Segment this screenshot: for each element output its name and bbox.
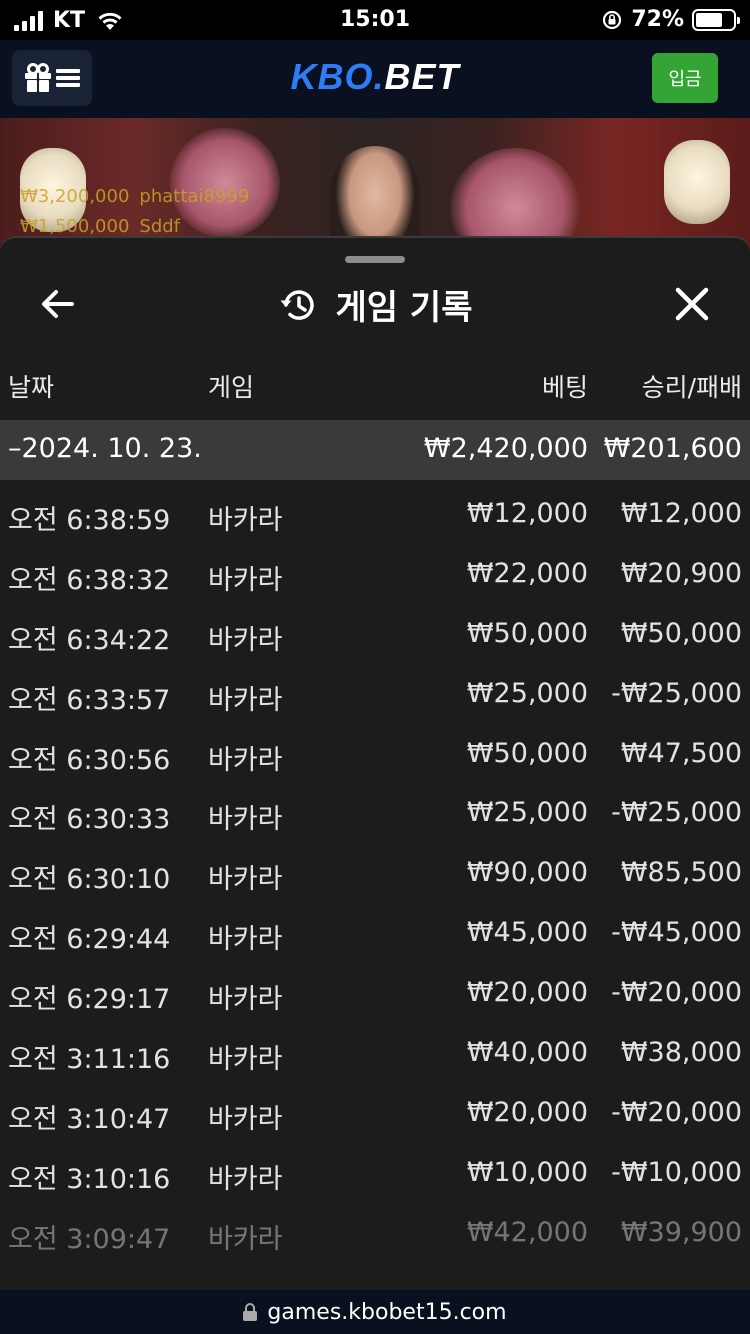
row-bet: ₩20,000 xyxy=(466,1096,588,1128)
win-ticker-item: ₩1,500,000 Sddf xyxy=(20,216,181,237)
history-row[interactable]: 오전 6:33:57 바카라 ₩25,000 -₩25,000 xyxy=(0,660,750,720)
row-time: 오전 3:11:16 xyxy=(8,1044,171,1076)
history-row[interactable]: 오전 6:29:44 바카라 ₩45,000 -₩45,000 xyxy=(0,899,750,959)
orientation-lock-icon xyxy=(603,10,622,29)
row-result: ₩12,000 xyxy=(620,498,742,529)
row-result: ₩38,000 xyxy=(620,1037,742,1069)
row-time: 오전 3:09:47 xyxy=(8,1223,171,1255)
row-result: -₩20,000 xyxy=(611,977,742,1009)
row-bet: ₩50,000 xyxy=(466,617,588,649)
history-row[interactable]: 오전 6:29:17 바카라 ₩20,000 -₩20,000 xyxy=(0,959,750,1019)
sheet-drag-handle[interactable] xyxy=(345,256,405,263)
status-bar: KT 15:01 72% xyxy=(0,0,750,40)
row-result: -₩10,000 xyxy=(611,1156,742,1188)
row-game: 바카라 xyxy=(208,1103,283,1135)
row-bet: ₩50,000 xyxy=(466,737,588,769)
app-header: KBO.BET 입금 xyxy=(0,40,750,118)
row-time: 오전 3:10:47 xyxy=(8,1103,171,1135)
date-group-summary-row[interactable]: –2024. 10. 23. ₩2,420,000 ₩201,600 xyxy=(0,420,750,480)
row-result: ₩39,900 xyxy=(620,1216,742,1248)
row-time: 오전 6:33:57 xyxy=(8,684,171,716)
column-header-result[interactable]: 승리/패배 xyxy=(642,368,742,404)
lock-icon xyxy=(243,1303,258,1321)
history-row[interactable]: 오전 6:30:33 바카라 ₩25,000 -₩25,000 xyxy=(0,779,750,839)
column-header-date[interactable]: 날짜 xyxy=(8,368,54,404)
history-row[interactable]: 오전 3:09:47 바카라 ₩42,000 ₩39,900 xyxy=(0,1199,750,1259)
url-text: games.kbobet15.com xyxy=(267,1299,507,1325)
history-row[interactable]: 오전 6:38:59 바카라 ₩12,000 ₩12,000 xyxy=(0,480,750,540)
win-ticker-item: ₩3,200,000 phattai8999 xyxy=(20,186,250,207)
summary-date: –2024. 10. 23. xyxy=(8,433,202,464)
row-result: -₩20,000 xyxy=(611,1096,742,1128)
history-row-partial xyxy=(0,1259,750,1290)
row-bet: ₩20,000 xyxy=(466,977,588,1009)
row-result: ₩50,000 xyxy=(620,617,742,649)
row-time: 오전 6:29:44 xyxy=(8,924,171,956)
game-history-sheet: 게임 기록 날짜 게임 베팅 승리/패배 –2024. 10. 23. ₩2,4… xyxy=(0,236,750,1290)
row-game: 바카라 xyxy=(208,505,283,536)
history-list: 오전 6:38:59 바카라 ₩12,000 ₩12,000 오전 6:38:32 바카라… xyxy=(0,480,750,1290)
column-header-bet[interactable]: 베팅 xyxy=(542,368,588,404)
row-game: 바카라 xyxy=(208,564,283,596)
row-time: 오전 6:30:33 xyxy=(8,804,171,836)
battery-icon xyxy=(692,8,740,31)
row-bet: ₩40,000 xyxy=(466,1037,588,1069)
kbo-bet-logo[interactable]: KBO.BET xyxy=(0,56,750,98)
history-icon xyxy=(280,289,314,320)
row-result: ₩20,900 xyxy=(620,557,742,589)
row-bet: ₩12,000 xyxy=(466,498,588,529)
row-time: 오전 6:34:22 xyxy=(8,624,171,656)
row-time: 오전 6:30:56 xyxy=(8,744,171,776)
row-bet: ₩90,000 xyxy=(466,857,588,889)
row-game: 바카라 xyxy=(208,744,283,776)
history-row[interactable]: 오전 3:10:16 바카라 ₩10,000 -₩10,000 xyxy=(0,1139,750,1199)
table-header: 날짜 게임 베팅 승리/패배 xyxy=(0,368,750,408)
row-game: 바카라 xyxy=(208,1044,283,1076)
row-bet: ₩22,000 xyxy=(466,557,588,589)
lantern-decoration xyxy=(664,140,730,224)
row-game: 바카라 xyxy=(208,924,283,956)
history-row[interactable]: 오전 6:30:10 바카라 ₩90,000 ₩85,500 xyxy=(0,839,750,899)
row-game: 바카라 xyxy=(208,1163,283,1195)
row-time: 오전 6:38:32 xyxy=(8,564,171,596)
row-bet: ₩10,000 xyxy=(466,1156,588,1188)
row-bet: ₩45,000 xyxy=(466,917,588,949)
row-result: -₩25,000 xyxy=(611,797,742,829)
row-game: 바카라 xyxy=(208,684,283,716)
row-time: 오전 3:10:16 xyxy=(8,1163,171,1195)
row-bet: ₩42,000 xyxy=(466,1216,588,1248)
row-time: 오전 6:38:59 xyxy=(8,505,171,536)
row-bet: ₩25,000 xyxy=(466,677,588,709)
sheet-title-text: 게임 기록 xyxy=(335,288,473,328)
row-result: -₩25,000 xyxy=(611,677,742,709)
row-bet: ₩25,000 xyxy=(466,797,588,829)
row-result: ₩47,500 xyxy=(620,737,742,769)
summary-result-total: ₩201,600 xyxy=(603,433,742,464)
deposit-button[interactable]: 입금 xyxy=(652,53,718,103)
blossom-decoration xyxy=(170,128,280,238)
history-row[interactable]: 오전 3:11:16 바카라 ₩40,000 ₩38,000 xyxy=(0,1019,750,1079)
row-game: 바카라 xyxy=(208,624,283,656)
column-header-game[interactable]: 게임 xyxy=(208,368,254,404)
row-time: 오전 6:29:17 xyxy=(8,984,171,1016)
battery-level xyxy=(696,12,722,27)
row-game: 바카라 xyxy=(208,984,283,1016)
row-result: ₩85,500 xyxy=(620,857,742,889)
status-right: 72% xyxy=(601,7,740,32)
row-game: 바카라 xyxy=(208,864,283,896)
row-game: 바카라 xyxy=(208,804,283,836)
row-result: -₩45,000 xyxy=(611,917,742,949)
summary-bet-total: ₩2,420,000 xyxy=(423,433,588,464)
sheet-title: 게임 기록 xyxy=(0,280,750,329)
browser-url-bar[interactable]: games.kbobet15.com xyxy=(0,1290,750,1334)
history-row[interactable]: 오전 6:38:32 바카라 ₩22,000 ₩20,900 xyxy=(0,540,750,600)
row-game: 바카라 xyxy=(208,1223,283,1255)
row-time: 오전 6:30:10 xyxy=(8,864,171,896)
history-row[interactable]: 오전 3:10:47 바카라 ₩20,000 -₩20,000 xyxy=(0,1079,750,1139)
battery-percent: 72% xyxy=(631,7,684,32)
history-row[interactable]: 오전 6:34:22 바카라 ₩50,000 ₩50,000 xyxy=(0,600,750,660)
close-icon[interactable] xyxy=(672,284,712,324)
history-row[interactable]: 오전 6:30:56 바카라 ₩50,000 ₩47,500 xyxy=(0,720,750,780)
